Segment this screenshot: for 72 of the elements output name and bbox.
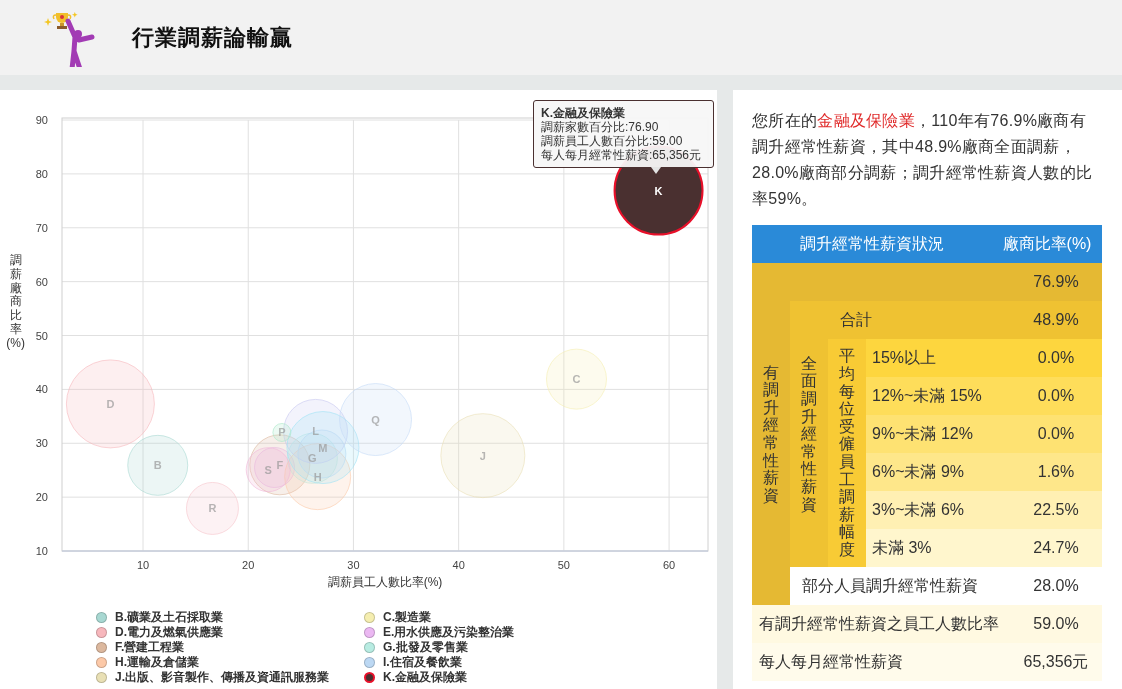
bubble-label: Q (371, 413, 380, 426)
row-header-cell: 全面調升經常性薪資 (790, 301, 828, 567)
x-tick-label: 30 (347, 559, 360, 571)
tooltip-line: 調薪家數百分比:76.90 (541, 120, 660, 134)
tooltip-line: 調薪員工人數百分比:59.00 (541, 134, 684, 148)
row-label-cell: 9%~未滿 12% (866, 415, 1010, 453)
bubble-label: R (208, 502, 217, 515)
row-label-cell: 每人每月經常性薪資 (752, 643, 1010, 681)
bubble-label: J (479, 449, 486, 462)
value-cell: 0.0% (1010, 377, 1102, 415)
bubble-label: C (572, 373, 581, 386)
y-tick-label: 20 (35, 491, 48, 504)
value-cell: 0.0% (1010, 339, 1102, 377)
legend-label[interactable]: E.用水供應及污染整治業 (383, 623, 515, 641)
x-tick-label: 40 (452, 559, 465, 571)
value-cell: 65,356元 (1010, 643, 1102, 681)
bubble-label: F (276, 458, 284, 471)
y-tick-label: 60 (35, 275, 48, 288)
value-cell: 76.9% (1010, 263, 1102, 301)
row-label-cell: 12%~未滿 15% (866, 377, 1010, 415)
legend-label[interactable]: K.金融及保險業 (383, 668, 467, 686)
bubble-label: H (313, 470, 322, 483)
column-header: 廠商比率(%) (1001, 233, 1093, 254)
page-title: 行業調薪論輸贏 (132, 23, 293, 52)
x-tick-label: 50 (557, 559, 570, 571)
y-tick-label: 70 (35, 221, 48, 234)
value-cell: 1.6% (1010, 453, 1102, 491)
y-tick-label: 40 (35, 383, 48, 396)
value-cell: 22.5% (1010, 491, 1102, 529)
x-tick-label: 20 (242, 559, 255, 571)
value-cell: 0.0% (1010, 415, 1102, 453)
row-label-cell: 15%以上 (866, 339, 1010, 377)
legend-label[interactable]: C.製造業 (383, 608, 431, 626)
bubble-label: B (153, 459, 162, 472)
summary-text: 您所在的金融及保險業，110年有76.9%廠商有調升經常性薪資，其中48.9%廠商全面調薪，28.0%廠商部分調薪；調升經常性薪資人數的比率59%。 (752, 111, 1094, 209)
bubble-label: G (308, 452, 317, 465)
value-cell: 24.7% (1010, 529, 1102, 567)
x-tick-label: 60 (662, 559, 676, 571)
row-label-cell: 6%~未滿 9% (866, 453, 1010, 491)
y-tick-label: 80 (35, 167, 48, 180)
bubble-label: D (106, 397, 115, 410)
tooltip-line: 每人每月經常性薪資:65,356元 (541, 148, 703, 162)
bubble-label: L (312, 425, 319, 438)
legend-label[interactable]: G.批發及零售業 (383, 638, 468, 656)
column-header: 調升經常性薪資狀況 (799, 233, 945, 254)
y-axis-title: 調薪廠商比率(%) (6, 254, 26, 351)
tooltip-arrow-icon (651, 167, 661, 174)
legend-label[interactable]: B.礦業及土石採取業 (115, 608, 223, 626)
row-label-cell: 未滿 3% (866, 529, 1010, 567)
bubble-label: K (654, 184, 663, 197)
bubble-label: S (264, 463, 272, 476)
bubble-label: M (318, 441, 328, 454)
value-cell: 48.9% (1010, 301, 1102, 339)
legend-label[interactable]: I.住宿及餐飲業 (383, 653, 462, 671)
x-axis-title: 調薪員工人數比率(%) (327, 575, 443, 589)
row-label-cell: 3%~未滿 6% (866, 491, 1010, 529)
row-label-cell: 有調升經常性薪資之員工人數比率 (752, 605, 1010, 643)
bubble-label: P (278, 426, 286, 439)
y-tick-label: 30 (35, 437, 48, 450)
y-tick-label: 90 (35, 114, 48, 126)
value-cell: 59.0% (1010, 605, 1102, 643)
row-header-cell: 有調升經常性薪資 (752, 263, 790, 605)
legend-label[interactable]: J.出版、影音製作、傳播及資通訊服務業 (115, 668, 329, 686)
tooltip-title: K.金融及保險業 (541, 106, 626, 120)
row-label-cell: 合計 (828, 301, 1010, 339)
x-tick-label: 10 (136, 559, 150, 571)
y-tick-label: 10 (35, 545, 48, 557)
legend-label[interactable]: F.營建工程業 (115, 638, 185, 656)
legend-label[interactable]: D.電力及燃氣供應業 (115, 623, 223, 641)
legend-label[interactable]: H.運輸及倉儲業 (115, 653, 199, 671)
row-header-cell: 平均每位受僱員工調薪幅度 (828, 339, 866, 567)
y-tick-label: 50 (35, 329, 48, 342)
